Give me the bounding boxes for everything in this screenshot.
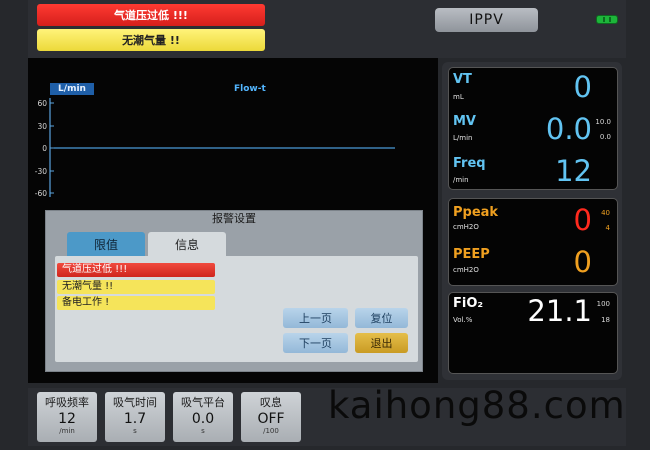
mv-upper-limit: 10.0	[595, 118, 611, 126]
peep-unit: cmH2O	[453, 266, 479, 274]
mv-value: 0.0	[545, 112, 592, 146]
vt-value: 0	[573, 70, 592, 104]
setting-value: 12	[58, 411, 76, 427]
medium-priority-alarm[interactable]: 无潮气量 !!	[37, 29, 265, 51]
setting-value: OFF	[257, 411, 285, 427]
peep-value: 0	[573, 245, 592, 279]
peep-label: PEEP	[453, 247, 490, 262]
y-tick-label: 60	[37, 99, 47, 108]
setting-value: 1.7	[123, 411, 147, 427]
reset-button[interactable]: 复位	[355, 308, 408, 328]
flow-waveform-chart: 60 30 0 -30 -60	[35, 98, 395, 198]
fio2-upper-limit: 100	[596, 300, 610, 308]
fio2-unit: Vol.%	[453, 316, 473, 324]
freq-value: 12	[555, 154, 592, 188]
setting-unit: s	[201, 427, 205, 435]
setting-label: 叹息	[260, 396, 282, 409]
ventilation-mode-button[interactable]: IPPV	[435, 8, 538, 32]
setting-inspiratory-time[interactable]: 吸气时间 1.7 s	[105, 392, 165, 442]
setting-unit: /min	[59, 427, 75, 435]
alarm-message: 气道压过低 !!!	[57, 263, 215, 277]
ppeak-lower-limit: 4	[605, 224, 610, 232]
y-tick-label: 30	[37, 122, 47, 131]
vt-unit: mL	[453, 93, 464, 101]
y-tick-label: 0	[42, 144, 47, 153]
y-tick-label: -30	[35, 167, 47, 176]
ventilator-screen: 气道压过低 !!! 无潮气量 !! IPPV L/min Flow-t 60 3…	[0, 0, 650, 450]
alarm-settings-title: 报警设置	[212, 212, 256, 225]
fio2-lower-limit: 18	[601, 316, 610, 324]
tab-limits[interactable]: 限值	[67, 232, 145, 256]
setting-breath-rate[interactable]: 呼吸频率 12 /min	[37, 392, 97, 442]
y-tick-label: -60	[35, 189, 47, 198]
vt-label: VT	[453, 72, 472, 87]
setting-label: 呼吸频率	[45, 396, 89, 409]
freq-label: Freq	[453, 156, 486, 171]
mv-label: MV	[453, 114, 476, 129]
ppeak-unit: cmH2O	[453, 223, 479, 231]
alarm-message: 无潮气量 !!	[57, 280, 215, 294]
setting-inspiratory-pause[interactable]: 吸气平台 0.0 s	[173, 392, 233, 442]
alarm-message: 备电工作 !	[57, 296, 215, 310]
next-page-button[interactable]: 下一页	[283, 333, 348, 353]
setting-label: 吸气平台	[181, 396, 225, 409]
fio2-label: FiO₂	[453, 296, 484, 311]
mv-unit: L/min	[453, 134, 473, 142]
ppeak-value: 0	[573, 203, 592, 237]
ppeak-upper-limit: 40	[601, 209, 610, 217]
high-priority-alarm[interactable]: 气道压过低 !!!	[37, 4, 265, 26]
fio2-value: 21.1	[527, 294, 592, 328]
setting-value: 0.0	[191, 411, 215, 427]
setting-unit: /100	[263, 427, 279, 435]
prev-page-button[interactable]: 上一页	[283, 308, 348, 328]
ppeak-label: Ppeak	[453, 205, 499, 220]
setting-unit: s	[133, 427, 137, 435]
mv-lower-limit: 0.0	[599, 133, 611, 141]
setting-sigh[interactable]: 叹息 OFF /100	[241, 392, 301, 442]
watermark-text: kaihong88.com	[328, 384, 626, 427]
tab-info[interactable]: 信息	[148, 232, 226, 256]
battery-icon	[596, 15, 618, 24]
exit-button[interactable]: 退出	[355, 333, 408, 353]
waveform-title: Flow-t	[234, 84, 266, 94]
setting-label: 吸气时间	[113, 396, 157, 409]
waveform-unit-label: L/min	[50, 83, 94, 95]
freq-unit: /min	[453, 176, 469, 184]
